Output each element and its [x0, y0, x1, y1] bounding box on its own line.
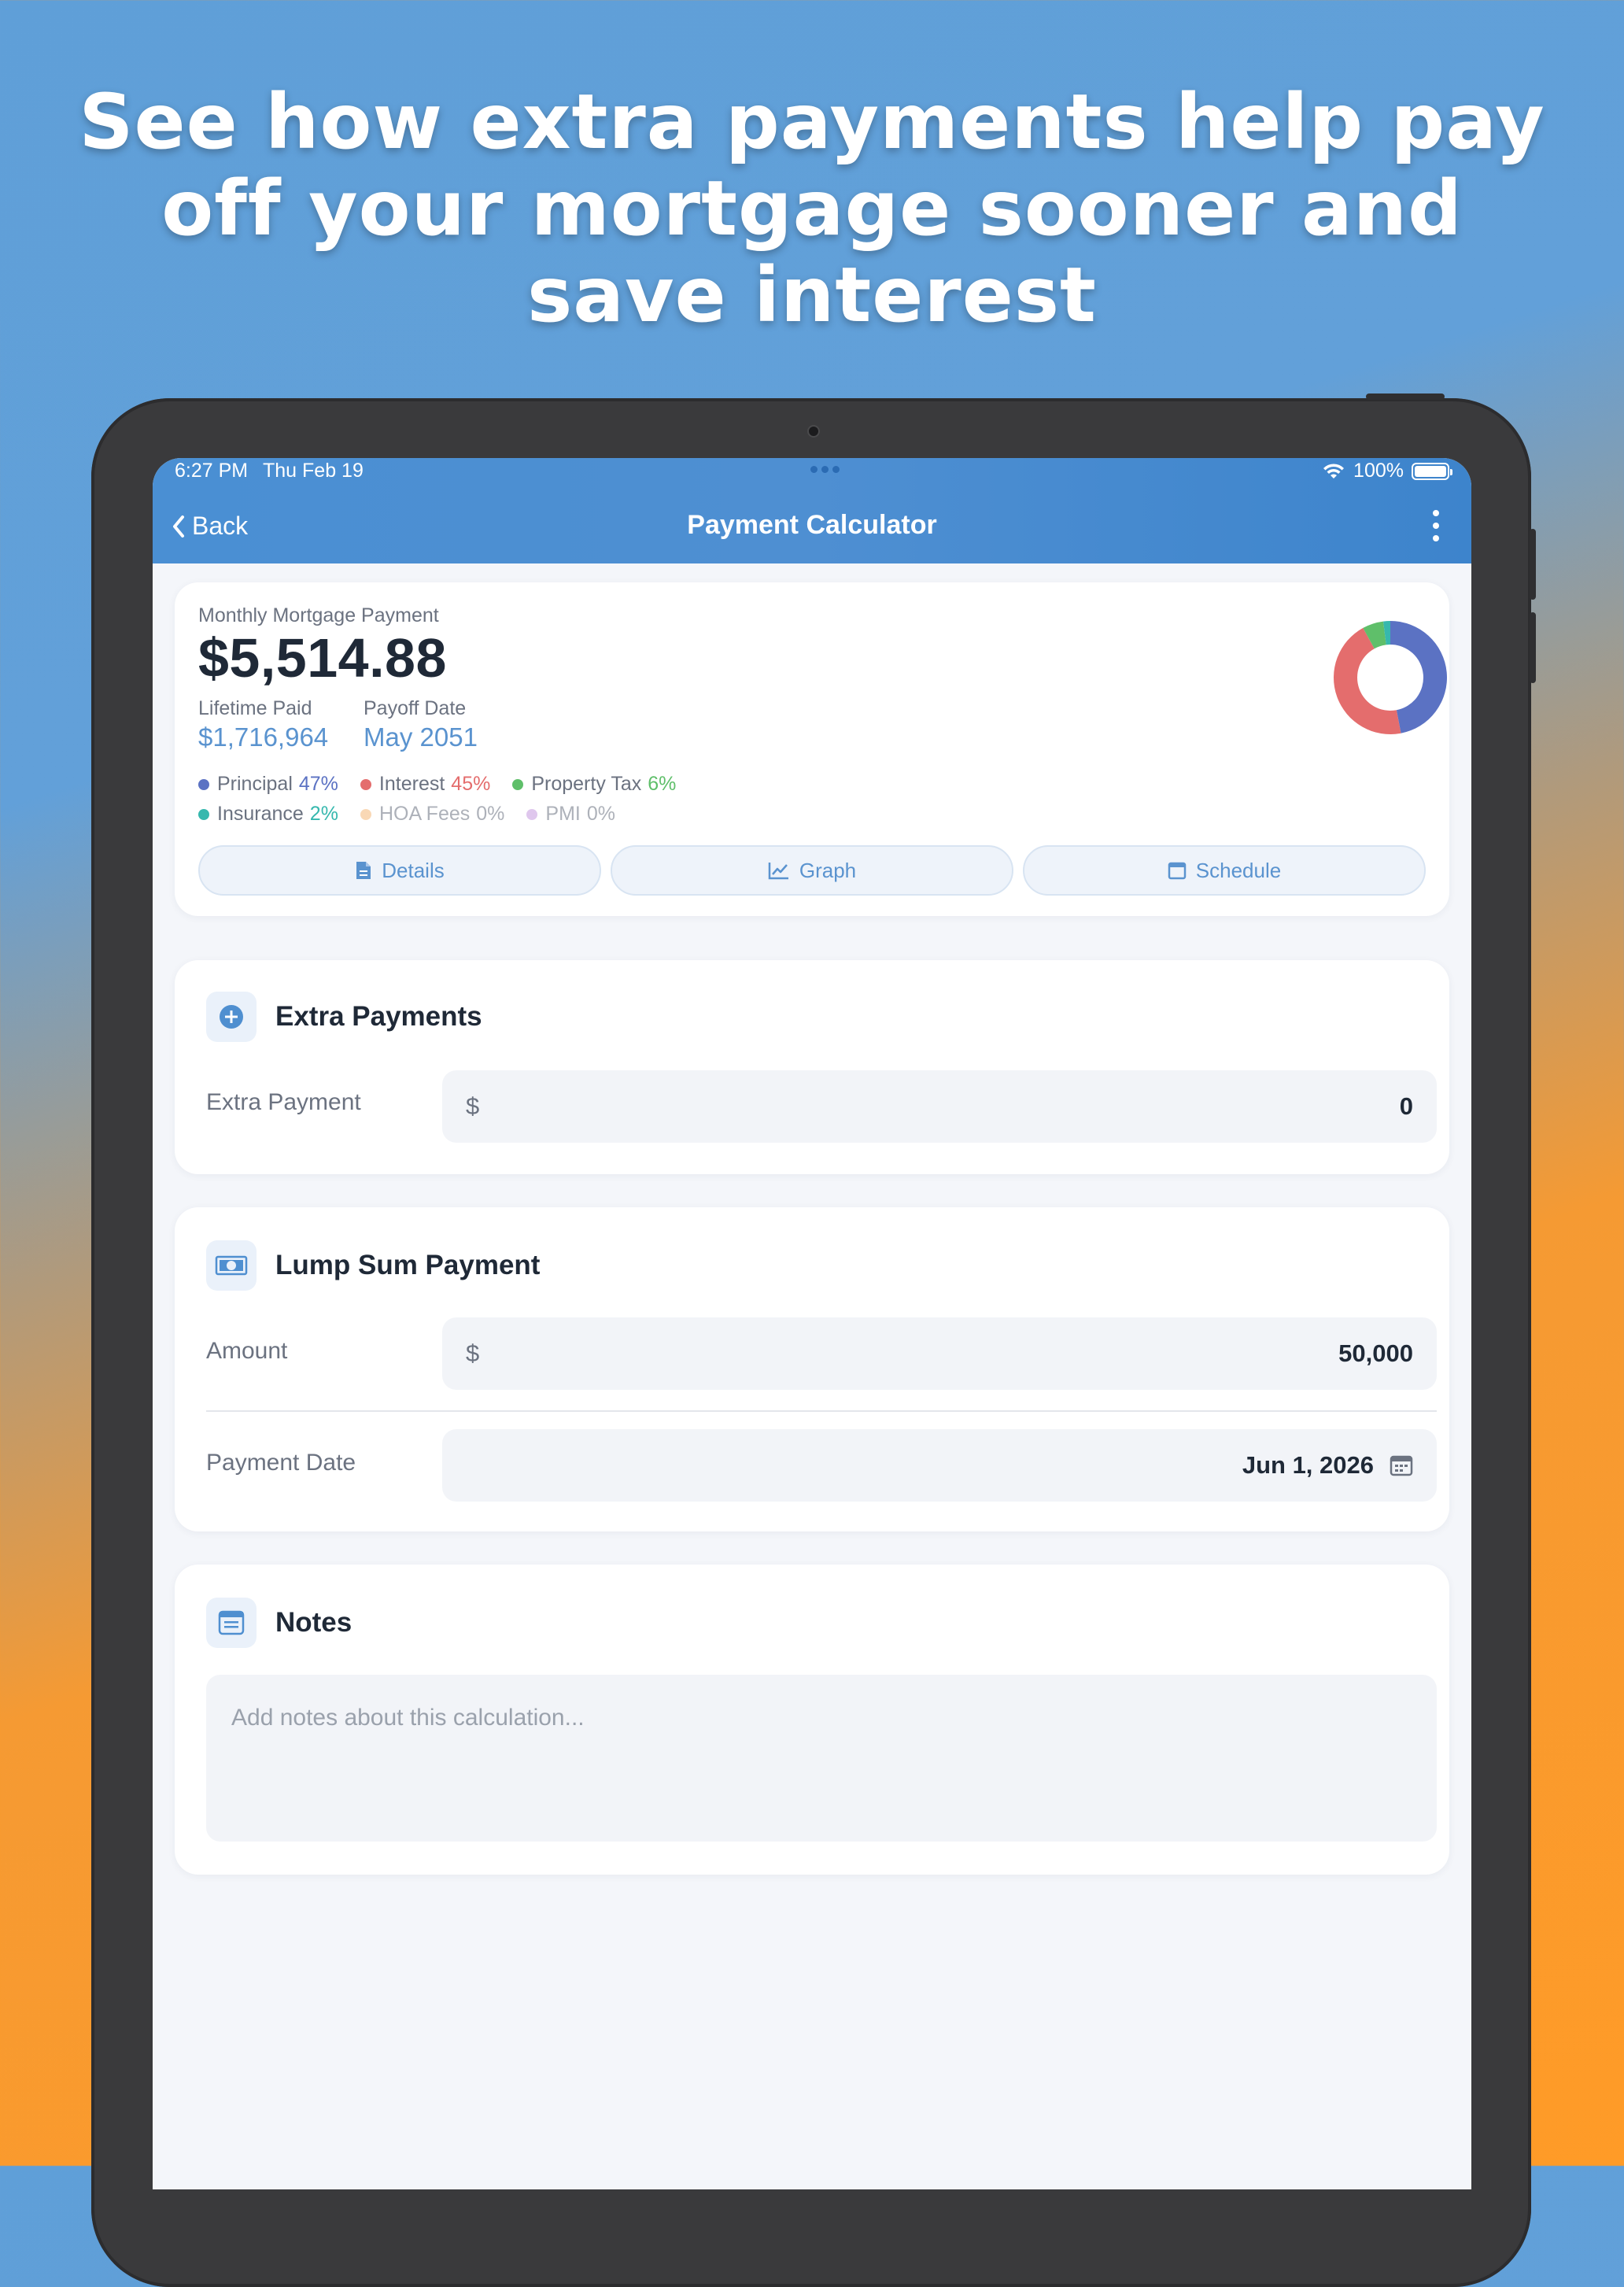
extra-payment-label: Extra Payment [206, 1089, 361, 1115]
currency-prefix: $ [466, 1339, 480, 1367]
battery-icon [1412, 462, 1452, 480]
extra-payment-input[interactable]: $ 0 [442, 1070, 1437, 1143]
property-tax-dot [512, 778, 524, 790]
lump-sum-title: Lump Sum Payment [275, 1250, 541, 1280]
payment-date-picker[interactable]: Jun 1, 2026 [442, 1429, 1437, 1502]
field-divider [206, 1410, 1437, 1412]
headline-line-3: save interest [527, 251, 1097, 339]
currency-prefix: $ [466, 1092, 480, 1120]
volume-down-button [1530, 612, 1536, 683]
front-camera [807, 425, 820, 438]
volume-up-button [1530, 529, 1536, 600]
payoff-date-value: May 2051 [364, 722, 478, 752]
notes-title: Notes [275, 1607, 352, 1638]
legend-hoa-fees: HOA Fees 0% [360, 803, 504, 826]
payoff-date-label: Payoff Date [364, 697, 467, 719]
headline-line-1: See how extra payments help pay [79, 78, 1545, 166]
pmi-dot [526, 808, 538, 820]
extra-payment-value: 0 [1399, 1092, 1413, 1120]
interest-dot [360, 778, 371, 790]
graph-label: Graph [799, 858, 857, 882]
schedule-button[interactable]: Schedule [1023, 845, 1426, 896]
status-date: Thu Feb 19 [263, 460, 364, 482]
schedule-label: Schedule [1195, 858, 1282, 882]
details-label: Details [382, 858, 445, 882]
document-icon [356, 862, 371, 879]
legend-pmi: PMI 0% [526, 803, 615, 826]
plus-circle-icon [220, 1005, 243, 1029]
lump-sum-amount-input[interactable]: $ 50,000 [442, 1317, 1437, 1390]
lifetime-paid-value: $1,716,964 [198, 722, 329, 752]
page-title: Payment Calculator [687, 510, 937, 540]
more-options-icon[interactable] [1430, 510, 1441, 541]
insurance-dot [198, 808, 209, 820]
payment-date-label: Payment Date [206, 1450, 356, 1476]
donut-slice-principal [1390, 621, 1448, 733]
payment-date-value: Jun 1, 2026 [1242, 1451, 1374, 1479]
legend-row-1: Principal 47% Interest 45% Property Tax … [198, 773, 698, 796]
notes-textarea[interactable]: Add notes about this calculation... [206, 1675, 1437, 1842]
multitasking-dots-icon[interactable] [810, 466, 840, 473]
notes-icon [218, 1610, 245, 1635]
section-icon-lump [206, 1240, 257, 1291]
app-header: 6:27 PM Thu Feb 19 100% Back Payment Cal… [153, 458, 1471, 563]
calendar-icon [1390, 1455, 1413, 1476]
status-bar: 6:27 PM Thu Feb 19 100% [175, 458, 1452, 482]
payment-summary-card: Monthly Mortgage Payment $5,514.88 Lifet… [175, 582, 1449, 916]
monthly-payment-value: $5,514.88 [198, 627, 447, 689]
notes-placeholder: Add notes about this calculation... [231, 1705, 585, 1731]
status-time: 6:27 PM [175, 460, 249, 482]
banknote-icon [215, 1255, 248, 1276]
lifetime-paid-label: Lifetime Paid [198, 697, 312, 719]
payment-breakdown-donut [1334, 621, 1448, 734]
headline-line-2: off your mortgage sooner and [161, 164, 1463, 253]
monthly-payment-label: Monthly Mortgage Payment [198, 604, 439, 626]
amount-label: Amount [206, 1338, 288, 1364]
top-button [1366, 393, 1445, 400]
section-icon-extra [206, 992, 257, 1042]
status-right: 100% [1322, 460, 1452, 482]
calendar-icon [1168, 862, 1187, 880]
section-icon-notes [206, 1598, 257, 1648]
legend-principal: Principal 47% [198, 773, 338, 796]
wifi-icon [1323, 463, 1345, 478]
legend-property-tax: Property Tax 6% [512, 773, 676, 796]
graph-button[interactable]: Graph [611, 845, 1013, 896]
principal-dot [198, 778, 209, 790]
legend-insurance: Insurance 2% [198, 803, 338, 826]
app-screen: 6:27 PM Thu Feb 19 100% Back Payment Cal… [153, 458, 1471, 2189]
line-chart-icon [768, 863, 788, 880]
lump-sum-card: Lump Sum Payment Amount $ 50,000 Payment… [175, 1207, 1449, 1531]
notes-card: Notes Add notes about this calculation..… [175, 1565, 1449, 1875]
extra-payments-title: Extra Payments [275, 1001, 482, 1032]
promo-headline: See how extra payments help pay off your… [0, 79, 1624, 338]
lump-sum-amount-value: 50,000 [1338, 1339, 1413, 1367]
legend-row-2: Insurance 2% HOA Fees 0% PMI 0% [198, 803, 637, 826]
hoa-fees-dot [360, 808, 371, 820]
extra-payments-card: Extra Payments Extra Payment $ 0 [175, 960, 1449, 1174]
battery-percent: 100% [1353, 460, 1404, 482]
details-button[interactable]: Details [198, 845, 601, 896]
legend-interest: Interest 45% [360, 773, 490, 796]
